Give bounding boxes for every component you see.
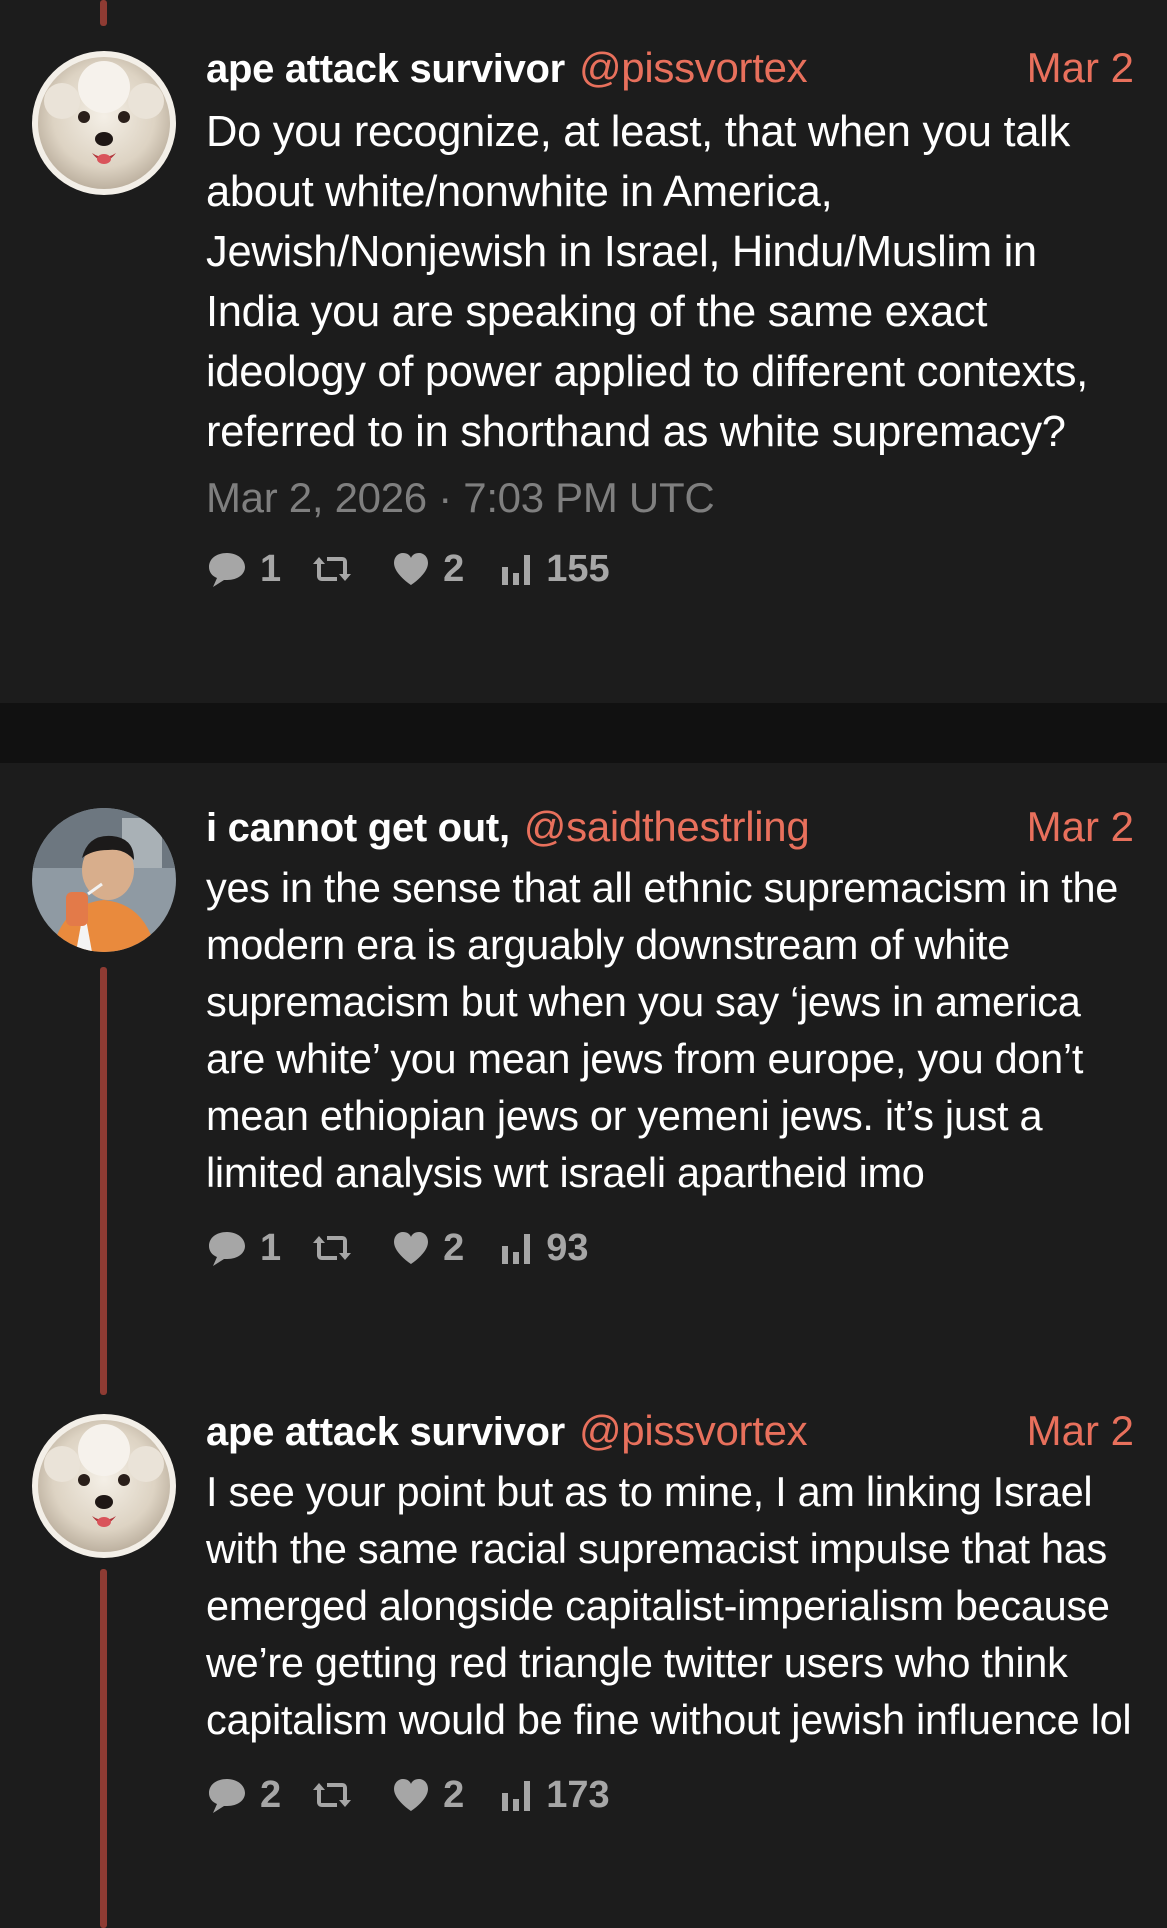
reply-count: 1	[260, 1226, 282, 1269]
views-icon	[500, 1779, 534, 1811]
avatar[interactable]	[32, 51, 176, 195]
like-button[interactable]: 2	[391, 1774, 464, 1817]
avatar[interactable]	[32, 808, 176, 952]
thread-line-reply-1	[100, 967, 107, 1395]
view-count: 155	[546, 547, 610, 590]
views-icon	[500, 1232, 534, 1264]
like-count: 2	[443, 1773, 465, 1816]
tweet-header: ape attack survivor @pissvortex Mar 2	[206, 44, 1134, 91]
comment-icon	[206, 1775, 248, 1815]
heart-icon	[391, 551, 431, 587]
heart-icon	[391, 1777, 431, 1813]
views-stat[interactable]: 155	[500, 547, 610, 591]
reply-button[interactable]: 1	[206, 1227, 281, 1270]
reply-count: 2	[260, 1773, 282, 1816]
author-handle[interactable]: @pissvortex	[579, 44, 808, 91]
tweet-text: I see your point but as to mine, I am li…	[206, 1468, 1132, 1743]
views-stat[interactable]: 93	[500, 1226, 589, 1270]
tweet-header: i cannot get out, @saidthestrling Mar 2	[206, 803, 1134, 850]
tweet-date[interactable]: Mar 2	[1027, 1407, 1134, 1455]
like-button[interactable]: 2	[391, 548, 464, 591]
bichon-dog-avatar-image	[32, 1414, 176, 1558]
tweet-header: ape attack survivor @pissvortex Mar 2	[206, 1407, 1134, 1454]
views-icon	[500, 553, 534, 585]
tweet-stats: 1 2 93	[206, 1223, 1134, 1273]
reply-tweet: i cannot get out, @saidthestrling Mar 2 y…	[206, 803, 1134, 1273]
reply-button[interactable]: 2	[206, 1774, 281, 1817]
view-count: 93	[546, 1226, 589, 1269]
section-divider	[0, 703, 1167, 763]
views-stat[interactable]: 173	[500, 1773, 610, 1817]
author-handle[interactable]: @saidthestrling	[524, 803, 810, 850]
reply-count: 1	[260, 547, 282, 590]
tweet-text: yes in the sense that all ethnic suprema…	[206, 864, 1119, 1196]
comment-icon	[206, 1228, 248, 1268]
thread-line-top	[100, 0, 107, 26]
tweet-stats: 2 2 173	[206, 1770, 1134, 1820]
author-name[interactable]: ape attack survivor	[206, 1410, 565, 1454]
retweet-button[interactable]	[311, 1230, 353, 1266]
like-count: 2	[443, 1226, 465, 1269]
view-count: 173	[546, 1773, 610, 1816]
like-button[interactable]: 2	[391, 1227, 464, 1270]
author-name[interactable]: ape attack survivor	[206, 47, 565, 91]
tweet-date[interactable]: Mar 2	[1027, 44, 1134, 92]
replies-section: i cannot get out, @saidthestrling Mar 2 y…	[0, 763, 1167, 1928]
main-tweet: ape attack survivor @pissvortex Mar 2 Do …	[0, 0, 1167, 703]
tweet-text: Do you recognize, at least, that when yo…	[206, 108, 1088, 456]
thread-line-reply-2	[100, 1569, 107, 1928]
like-count: 2	[443, 547, 465, 590]
retweet-button[interactable]	[311, 551, 353, 587]
man-drinking-avatar-image	[32, 808, 176, 952]
retweet-icon	[311, 1230, 353, 1266]
author-name[interactable]: i cannot get out,	[206, 806, 510, 850]
tweet-timestamp[interactable]: Mar 2, 2026 · 7:03 PM UTC	[206, 474, 1134, 522]
tweet-date[interactable]: Mar 2	[1027, 803, 1134, 851]
reply-tweet: ape attack survivor @pissvortex Mar 2 I s…	[206, 1407, 1134, 1820]
avatar[interactable]	[32, 1414, 176, 1558]
author-handle[interactable]: @pissvortex	[579, 1407, 808, 1454]
reply-button[interactable]: 1	[206, 548, 281, 591]
retweet-icon	[311, 551, 353, 587]
tweet-stats: 1 2 155	[206, 544, 1134, 594]
comment-icon	[206, 549, 248, 589]
retweet-icon	[311, 1777, 353, 1813]
tweet-body: ape attack survivor @pissvortex Mar 2 Do …	[206, 44, 1134, 594]
heart-icon	[391, 1230, 431, 1266]
retweet-button[interactable]	[311, 1777, 353, 1813]
bichon-dog-avatar-image	[32, 51, 176, 195]
